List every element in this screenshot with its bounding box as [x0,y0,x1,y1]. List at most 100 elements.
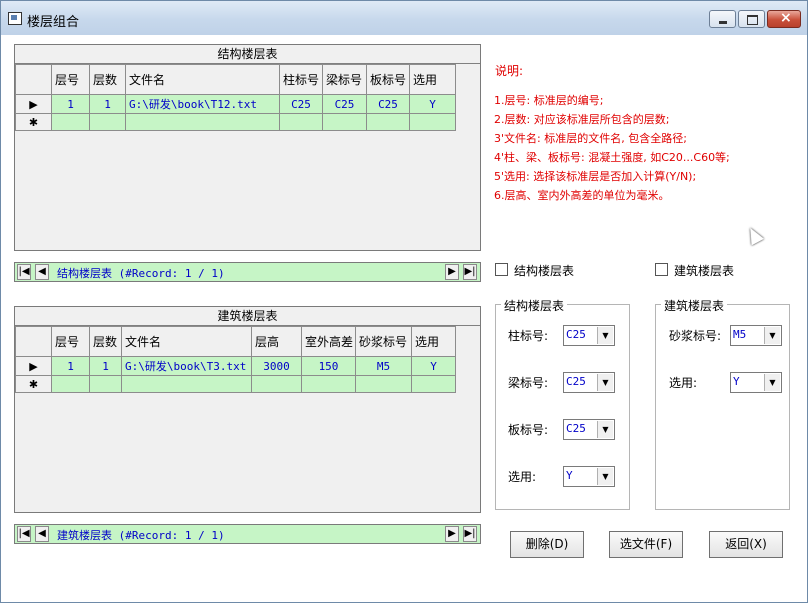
arch-floor-checkbox[interactable]: 建筑楼层表 [655,262,734,279]
table-row[interactable]: ▶ 1 1 G:\研发\book\T3.txt 3000 150 M5 Y [15,356,456,376]
current-row-marker[interactable]: ▶ [15,94,52,114]
table-row[interactable]: ▶ 1 1 G:\研发\book\T12.txt C25 C25 C25 Y [15,94,456,114]
current-row-marker[interactable]: ▶ [15,356,52,376]
chevron-down-icon[interactable]: ▼ [597,468,613,485]
chevron-down-icon[interactable]: ▼ [764,374,780,391]
next-record-button[interactable]: ▶ [445,264,459,280]
new-row[interactable]: ✱ [15,113,456,131]
prev-record-button[interactable]: ◀ [35,526,49,542]
col-grade-value: C25 [566,328,586,341]
new-cell[interactable] [251,375,302,393]
minimize-button[interactable] [709,10,736,28]
mortar-select[interactable]: M5 ▼ [730,325,782,346]
chevron-down-icon[interactable]: ▼ [597,327,613,344]
back-button[interactable]: 返回(X) [709,531,783,558]
cell-height[interactable]: 3000 [251,356,302,376]
chevron-down-icon[interactable]: ▼ [597,374,613,391]
mortar-value: M5 [733,328,747,341]
new-cell[interactable] [89,113,126,131]
maximize-button[interactable] [738,10,765,28]
new-cell[interactable] [366,113,410,131]
arch-group-title: 建筑楼层表 [661,297,728,314]
last-record-button[interactable]: ▶| [463,526,477,542]
new-cell[interactable] [301,375,356,393]
cell-count[interactable]: 1 [89,356,122,376]
new-cell[interactable] [411,375,456,393]
first-record-button[interactable]: |◀ [17,526,31,542]
new-cell[interactable] [51,113,90,131]
chevron-down-icon[interactable]: ▼ [597,421,613,438]
row-selector-header [15,326,52,357]
new-cell[interactable] [89,375,122,393]
cell-floor-no[interactable]: 1 [51,94,90,114]
last-record-button[interactable]: ▶| [463,264,477,280]
col-header-outdoor-diff[interactable]: 室外高差 [301,326,356,357]
struct-group-title: 结构楼层表 [501,297,568,314]
col-header-floor-no[interactable]: 层号 [51,64,90,95]
new-cell[interactable] [279,113,323,131]
new-cell[interactable] [121,375,252,393]
col-header-file[interactable]: 文件名 [121,326,252,357]
new-cell[interactable] [322,113,367,131]
col-header-beam-grade[interactable]: 梁标号 [322,64,367,95]
new-row[interactable]: ✱ [15,375,456,393]
choose-file-button[interactable]: 选文件(F) [609,531,683,558]
col-header-mortar[interactable]: 砂浆标号 [355,326,412,357]
first-record-button[interactable]: |◀ [17,264,31,280]
new-row-marker[interactable]: ✱ [15,375,52,393]
note-line: 4'柱、梁、板标号: 混凝土强度, 如C20...C60等; [494,151,730,164]
struct-use-label: 选用: [508,470,537,484]
col-grade-select[interactable]: C25 ▼ [563,325,615,346]
col-header-count[interactable]: 层数 [89,64,126,95]
checkbox-box[interactable] [655,263,668,276]
struct-settings-group: 结构楼层表 柱标号: C25 ▼ 梁标号: C25 ▼ 板标号: C25 ▼ 选用: … [495,297,630,510]
cell-file[interactable]: G:\研发\book\T12.txt [125,94,280,114]
col-header-use[interactable]: 选用 [411,326,456,357]
cell-col-grade[interactable]: C25 [279,94,323,114]
arch-settings-group: 建筑楼层表 砂浆标号: M5 ▼ 选用: Y ▼ [655,297,790,510]
close-button[interactable]: × [767,10,801,28]
arch-use-value: Y [733,375,740,388]
slab-grade-select[interactable]: C25 ▼ [563,419,615,440]
cell-outdoor-diff[interactable]: 150 [301,356,356,376]
col-header-slab-grade[interactable]: 板标号 [366,64,410,95]
chevron-down-icon[interactable]: ▼ [764,327,780,344]
col-header-use[interactable]: 选用 [409,64,456,95]
beam-grade-select[interactable]: C25 ▼ [563,372,615,393]
new-cell[interactable] [355,375,412,393]
col-header-height[interactable]: 层高 [251,326,302,357]
struct-grid-caption: 结构楼层表 [15,45,480,64]
cell-slab-grade[interactable]: C25 [366,94,410,114]
title-bar[interactable]: 楼层组合 × [1,1,807,35]
struct-floor-grid[interactable]: 结构楼层表 层号 层数 文件名 柱标号 梁标号 板标号 选用 ▶ 1 1 G:\… [14,44,481,251]
arch-use-select[interactable]: Y ▼ [730,372,782,393]
cell-use[interactable]: Y [409,94,456,114]
cell-mortar[interactable]: M5 [355,356,412,376]
struct-floor-checkbox[interactable]: 结构楼层表 [495,262,574,279]
col-header-count[interactable]: 层数 [89,326,122,357]
cell-use[interactable]: Y [411,356,456,376]
struct-record-navigator: |◀ ◀ 结构楼层表 (#Record: 1 / 1) ▶ ▶| [14,262,481,282]
col-header-floor-no[interactable]: 层号 [51,326,90,357]
arch-grid-caption: 建筑楼层表 [15,307,480,326]
new-cell[interactable] [51,375,90,393]
cell-count[interactable]: 1 [89,94,126,114]
col-header-col-grade[interactable]: 柱标号 [279,64,323,95]
slab-grade-label: 板标号: [508,423,549,437]
checkbox-box[interactable] [495,263,508,276]
cell-floor-no[interactable]: 1 [51,356,90,376]
struct-record-status: 结构楼层表 (#Record: 1 / 1) [57,267,225,280]
client-area: 结构楼层表 层号 层数 文件名 柱标号 梁标号 板标号 选用 ▶ 1 1 G:\… [1,35,807,602]
struct-use-select[interactable]: Y ▼ [563,466,615,487]
next-record-button[interactable]: ▶ [445,526,459,542]
delete-button[interactable]: 删除(D) [510,531,584,558]
arch-floor-grid[interactable]: 建筑楼层表 层号 层数 文件名 层高 室外高差 砂浆标号 选用 ▶ 1 1 G:… [14,306,481,513]
new-cell[interactable] [125,113,280,131]
new-row-marker[interactable]: ✱ [15,113,52,131]
cell-beam-grade[interactable]: C25 [322,94,367,114]
col-header-file[interactable]: 文件名 [125,64,280,95]
prev-record-button[interactable]: ◀ [35,264,49,280]
new-cell[interactable] [409,113,456,131]
cell-file[interactable]: G:\研发\book\T3.txt [121,356,252,376]
notes-title: 说明: [495,64,524,78]
